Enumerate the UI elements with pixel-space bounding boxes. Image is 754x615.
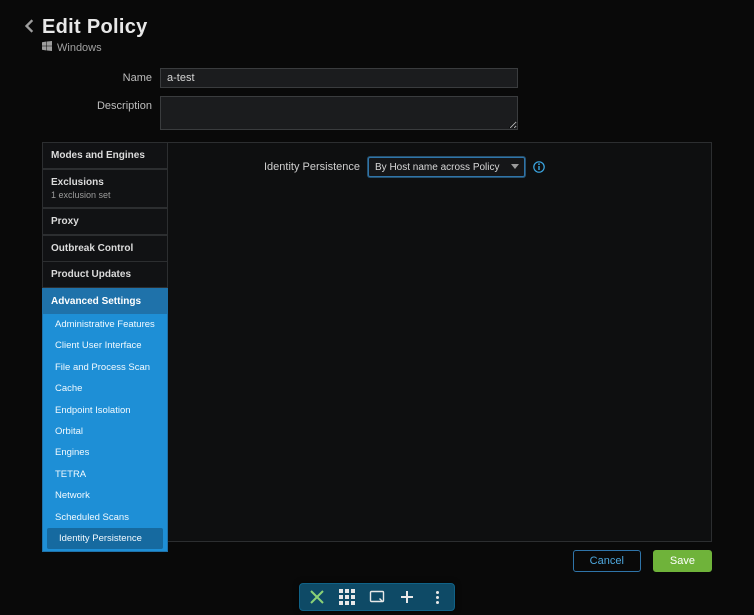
save-button[interactable]: Save (653, 550, 712, 572)
sidebar-item-engines[interactable]: Engines (43, 442, 167, 463)
platform-label: Windows (57, 42, 102, 54)
sidebar-item-label: Exclusions (51, 177, 104, 188)
sidebar-item-orbital[interactable]: Orbital (43, 421, 167, 442)
sidebar-item-modes[interactable]: Modes and Engines (42, 142, 168, 169)
sidebar-item-updates[interactable]: Product Updates (42, 261, 168, 288)
sidebar-item-proxy[interactable]: Proxy (42, 208, 168, 235)
sidebar-item-identity-persistence[interactable]: Identity Persistence (47, 528, 163, 549)
sidebar-item-network[interactable]: Network (43, 485, 167, 506)
sidebar-item-scheduled-scans[interactable]: Scheduled Scans (43, 507, 167, 528)
settings-panel: Modes and Engines Exclusions 1 exclusion… (42, 142, 712, 542)
settings-sidebar: Modes and Engines Exclusions 1 exclusion… (42, 142, 168, 542)
grid-apps-icon[interactable] (338, 588, 356, 606)
identity-persistence-select[interactable]: By Host name across Policy (368, 157, 525, 177)
sidebar-advanced-header[interactable]: Advanced Settings (42, 288, 168, 314)
name-input[interactable] (160, 68, 518, 88)
name-label: Name (0, 68, 160, 88)
sidebar-advanced-list: Administrative Features Client User Inte… (42, 314, 168, 552)
sidebar-item-admin-features[interactable]: Administrative Features (43, 314, 167, 335)
windows-icon (42, 41, 52, 54)
floating-toolbar (299, 583, 455, 611)
sidebar-item-outbreak[interactable]: Outbreak Control (42, 235, 168, 261)
sidebar-item-cache[interactable]: Cache (43, 378, 167, 399)
description-label: Description (0, 96, 160, 116)
content-pane: Identity Persistence By Host name across… (168, 142, 712, 542)
cancel-button[interactable]: Cancel (573, 550, 641, 572)
sidebar-item-tetra[interactable]: TETRA (43, 464, 167, 485)
identity-persistence-label: Identity Persistence (184, 161, 360, 173)
description-input[interactable] (160, 96, 518, 130)
info-icon[interactable] (533, 161, 545, 173)
sidebar-item-endpoint-isolation[interactable]: Endpoint Isolation (43, 400, 167, 421)
back-icon[interactable] (24, 19, 36, 36)
sidebar-item-client-ui[interactable]: Client User Interface (43, 335, 167, 356)
more-dots-icon[interactable] (428, 588, 446, 606)
screenshot-icon[interactable] (368, 588, 386, 606)
sidebar-item-file-process-scan[interactable]: File and Process Scan (43, 357, 167, 378)
sidebar-item-exclusions[interactable]: Exclusions 1 exclusion set (42, 169, 168, 208)
close-x-icon[interactable] (308, 588, 326, 606)
plus-icon[interactable] (398, 588, 416, 606)
sidebar-item-sublabel: 1 exclusion set (51, 190, 159, 200)
page-title: Edit Policy (42, 16, 148, 39)
